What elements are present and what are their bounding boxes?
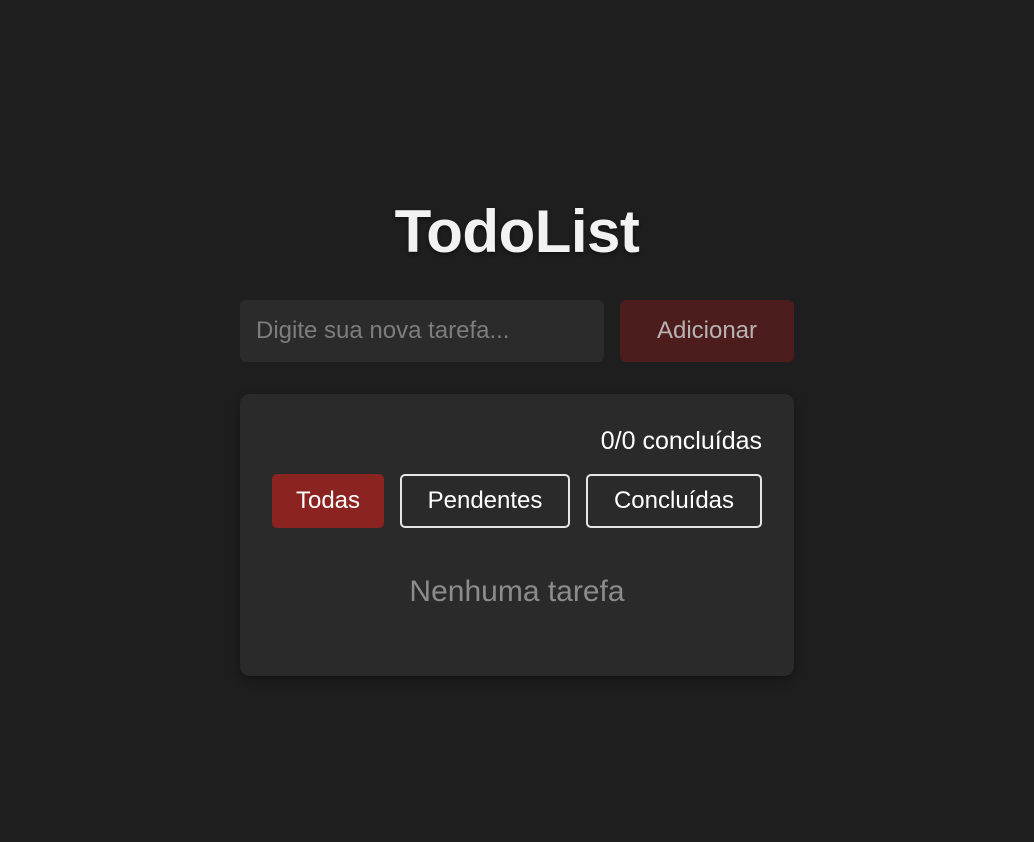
new-task-row: Adicionar	[240, 300, 794, 362]
filter-bar: Todas Pendentes Concluídas	[272, 474, 762, 528]
todo-app: TodoList Adicionar 0/0 concluídas Todas …	[240, 196, 794, 676]
page-title: TodoList	[394, 198, 640, 265]
filter-pending-button[interactable]: Pendentes	[400, 474, 570, 528]
empty-state-message: Nenhuma tarefa	[409, 575, 625, 608]
filter-completed-button[interactable]: Concluídas	[586, 474, 762, 528]
new-task-input[interactable]	[240, 300, 604, 362]
completed-counter: 0/0 concluídas	[600, 427, 762, 455]
add-task-button[interactable]: Adicionar	[620, 300, 794, 362]
filter-all-button[interactable]: Todas	[272, 474, 384, 528]
task-card: 0/0 concluídas Todas Pendentes Concluída…	[240, 394, 794, 676]
